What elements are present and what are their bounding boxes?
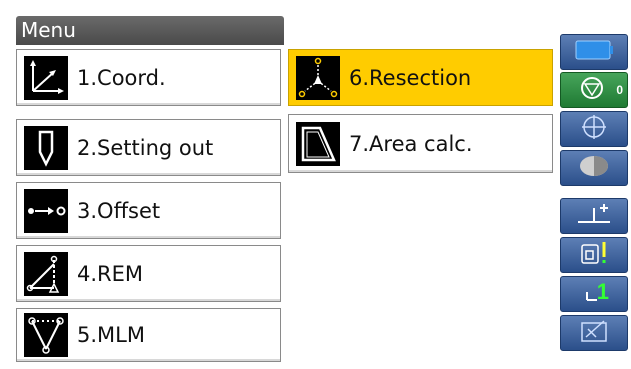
stake-marker-icon: [24, 125, 68, 170]
offset-arrow-icon: [24, 188, 68, 233]
page-number-badge: 1: [596, 279, 609, 304]
resection-icon: [296, 55, 340, 100]
menu-item-label: 5.MLM: [77, 323, 145, 347]
menu-item-mlm[interactable]: 5.MLM: [16, 308, 281, 362]
coordinate-axes-icon: [24, 55, 68, 100]
menu-item-setting-out[interactable]: 2.Setting out: [16, 119, 281, 176]
menu-title: Menu: [16, 16, 284, 45]
prism-target-icon: [576, 75, 612, 106]
laser-pointer-button[interactable]: [560, 237, 628, 273]
menu-item-coord[interactable]: 1.Coord.: [16, 49, 281, 106]
menu-item-label: 4.REM: [77, 261, 144, 286]
tilt-button[interactable]: [560, 111, 628, 147]
menu-item-label: 3.Offset: [77, 198, 161, 223]
laser-pointer-icon: [574, 239, 614, 272]
contrast-button[interactable]: [560, 150, 628, 186]
battery-status-button[interactable]: [560, 34, 628, 70]
battery-icon: [572, 38, 616, 67]
remote-elevation-icon: [24, 251, 68, 296]
tilt-crosshair-icon: [579, 113, 609, 146]
missing-line-icon: [24, 313, 68, 357]
prism-constant-badge: 0: [616, 83, 623, 97]
menu-item-label: 2.Setting out: [77, 135, 214, 160]
menu-item-rem[interactable]: 4.REM: [16, 245, 281, 302]
menu-item-label: 1.Coord.: [77, 65, 166, 90]
instrument-height-icon: [574, 200, 614, 233]
menu-item-area-calc[interactable]: 7.Area calc.: [288, 114, 553, 173]
page-button[interactable]: 1: [560, 276, 628, 312]
menu-item-offset[interactable]: 3.Offset: [16, 182, 281, 239]
menu-item-label: 6.Resection: [349, 65, 472, 90]
input-mode-icon: [576, 317, 612, 350]
menu-item-resection[interactable]: 6.Resection: [288, 49, 553, 106]
area-polygon-icon: [296, 121, 340, 166]
input-mode-button[interactable]: [560, 315, 628, 351]
target-type-button[interactable]: 0: [560, 72, 628, 108]
screen: Menu 1.Coord. 2.Setting out 3.Offset 4.R…: [0, 0, 631, 369]
half-circle-icon: [576, 153, 612, 184]
instrument-height-button[interactable]: [560, 198, 628, 234]
menu-item-label: 7.Area calc.: [349, 131, 473, 156]
